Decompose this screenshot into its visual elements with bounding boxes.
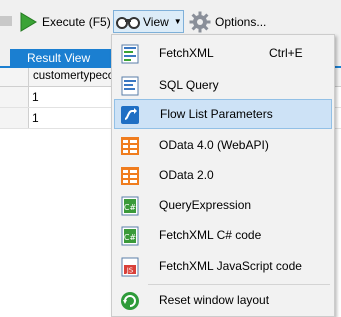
fetchxml-doc-icon (121, 44, 139, 64)
menu-item-label: Reset window layout (159, 293, 270, 307)
binoculars-icon (116, 16, 140, 29)
menu-item-shortcut: Ctrl+E (269, 46, 303, 60)
svg-text:C#: C# (124, 203, 137, 212)
previous-tool-icon (0, 16, 12, 26)
odata-icon (121, 167, 139, 185)
grid-corner-cell[interactable] (0, 68, 29, 86)
menu-item-flow-list-parameters[interactable]: Flow List Parameters (114, 99, 332, 129)
execute-button[interactable]: Execute (F5) (18, 10, 111, 34)
view-label: View (143, 14, 169, 29)
play-icon (20, 12, 37, 32)
menu-item-label: SQL Query (159, 78, 219, 92)
csharp-doc-icon: C# (121, 226, 139, 246)
options-button[interactable]: Options... (189, 10, 266, 34)
gear-icon (189, 11, 211, 33)
menu-item-fetchxml[interactable]: FetchXML Ctrl+E (114, 38, 332, 68)
menu-item-label: FetchXML C# code (159, 228, 262, 242)
svg-text:JS: JS (126, 267, 134, 275)
menu-item-label: FetchXML JavaScript code (159, 259, 302, 273)
js-doc-icon: JS (121, 257, 139, 277)
reset-layout-icon (121, 292, 139, 310)
menu-item-odata-4[interactable]: OData 4.0 (WebAPI) (114, 130, 332, 160)
tab-result-view[interactable]: Result View ✕ (10, 49, 123, 67)
svg-text:C#: C# (124, 233, 137, 242)
odata-icon (121, 137, 139, 155)
menu-item-reset-window-layout[interactable]: Reset window layout (114, 285, 332, 315)
table-cell[interactable]: 1 (32, 90, 39, 104)
menu-item-label: QueryExpression (159, 198, 252, 212)
menu-item-odata-2[interactable]: OData 2.0 (114, 160, 332, 190)
table-cell[interactable]: 1 (32, 111, 39, 125)
row-header[interactable] (0, 108, 29, 128)
row-header[interactable] (0, 87, 29, 107)
view-menu-button[interactable]: View ▼ (113, 10, 184, 33)
menu-item-label: Flow List Parameters (160, 107, 273, 121)
menu-item-fetchxml-csharp[interactable]: C# FetchXML C# code (114, 220, 332, 250)
menu-item-fetchxml-javascript[interactable]: JS FetchXML JavaScript code (114, 251, 332, 281)
menu-item-queryexpression[interactable]: C# QueryExpression (114, 190, 332, 220)
tab-result-view-label: Result View (27, 51, 91, 65)
menu-item-sql-query[interactable]: SQL Query (114, 70, 332, 100)
column-header-customertypecode[interactable]: customertypecod (33, 70, 121, 82)
execute-label: Execute (F5) (42, 15, 111, 29)
menu-item-label: OData 2.0 (159, 168, 214, 182)
flow-icon (121, 106, 139, 124)
chevron-down-icon: ▼ (173, 17, 182, 26)
menu-item-label: FetchXML (159, 46, 214, 60)
sql-doc-icon (121, 76, 139, 96)
menu-item-label: OData 4.0 (WebAPI) (159, 138, 269, 152)
csharp-doc-icon: C# (121, 196, 139, 216)
options-label: Options... (215, 15, 267, 29)
view-dropdown-menu: FetchXML Ctrl+E SQL Query Flow List Para… (111, 34, 335, 317)
